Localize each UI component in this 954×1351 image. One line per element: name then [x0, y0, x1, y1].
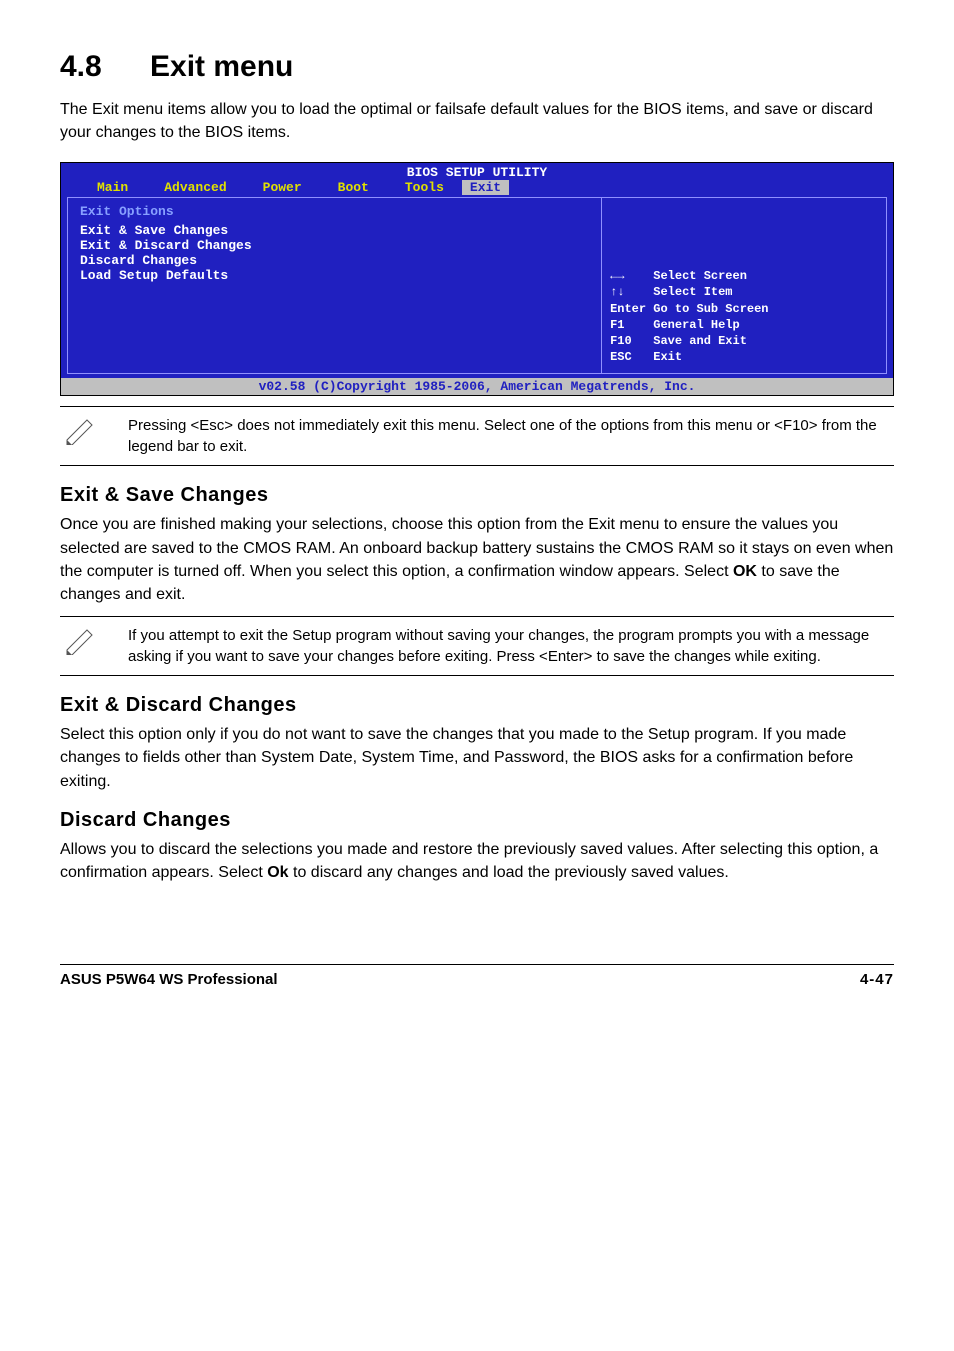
bios-left-panel: Exit Options Exit & Save Changes Exit & … — [68, 198, 602, 373]
note-text: Pressing <Esc> does not immediately exit… — [128, 415, 890, 457]
legend-row: F1 General Help — [610, 317, 878, 333]
bios-menu-main: Main — [79, 180, 146, 195]
para-discard: Allows you to discard the selections you… — [60, 838, 894, 884]
bios-legend: ←→ Select Screen ↑↓ Select Item Enter Go… — [610, 268, 878, 365]
bios-item: Load Setup Defaults — [80, 268, 589, 283]
note-block: If you attempt to exit the Setup program… — [60, 616, 894, 676]
page-footer: ASUS P5W64 WS Professional 4-47 — [60, 964, 894, 988]
bios-footer: v02.58 (C)Copyright 1985-2006, American … — [61, 378, 893, 395]
legend-row: ←→ Select Screen — [610, 268, 878, 284]
bios-body: Exit Options Exit & Save Changes Exit & … — [67, 197, 887, 374]
heading-exit-discard: Exit & Discard Changes — [60, 694, 894, 717]
bios-menu-power: Power — [245, 180, 320, 195]
pencil-icon — [64, 417, 98, 445]
bios-item: Exit & Save Changes — [80, 223, 589, 238]
bios-menu-tools: Tools — [387, 180, 462, 195]
section-number: 4.8 — [60, 50, 150, 84]
note-block: Pressing <Esc> does not immediately exit… — [60, 406, 894, 466]
bios-item: Exit & Discard Changes — [80, 238, 589, 253]
bios-title: BIOS SETUP UTILITY — [61, 163, 893, 180]
intro-text: The Exit menu items allow you to load th… — [60, 98, 894, 144]
bios-item: Discard Changes — [80, 253, 589, 268]
para-exit-save: Once you are finished making your select… — [60, 513, 894, 606]
legend-row: ↑↓ Select Item — [610, 284, 878, 300]
footer-product: ASUS P5W64 WS Professional — [60, 971, 278, 988]
legend-row: Enter Go to Sub Screen — [610, 301, 878, 317]
pencil-icon — [64, 627, 98, 655]
legend-row: F10 Save and Exit — [610, 333, 878, 349]
bios-right-panel: ←→ Select Screen ↑↓ Select Item Enter Go… — [602, 198, 886, 373]
bios-menu-exit: Exit — [462, 180, 509, 195]
bios-left-heading: Exit Options — [80, 204, 589, 219]
footer-page-number: 4-47 — [860, 971, 894, 988]
bios-menu-boot: Boot — [320, 180, 387, 195]
bios-screenshot: BIOS SETUP UTILITY Main Advanced Power B… — [60, 162, 894, 396]
bios-menu-bar: Main Advanced Power Boot Tools Exit — [61, 180, 893, 197]
section-title: Exit menu — [150, 50, 293, 83]
heading-exit-save: Exit & Save Changes — [60, 484, 894, 507]
note-text: If you attempt to exit the Setup program… — [128, 625, 890, 667]
bios-menu-advanced: Advanced — [146, 180, 244, 195]
heading-discard: Discard Changes — [60, 809, 894, 832]
legend-row: ESC Exit — [610, 349, 878, 365]
para-exit-discard: Select this option only if you do not wa… — [60, 723, 894, 793]
section-heading: 4.8Exit menu — [60, 50, 894, 84]
